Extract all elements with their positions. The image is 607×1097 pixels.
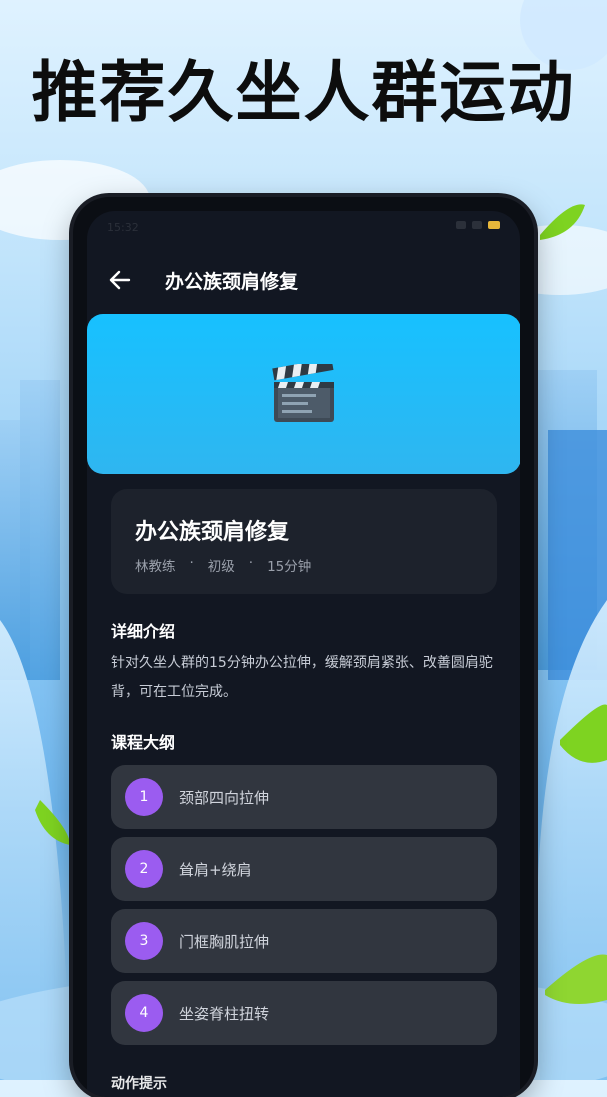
outline-item-label: 门框胸肌拉伸 <box>179 932 270 951</box>
next-section-heading: 动作提示 <box>111 1076 167 1092</box>
outline-item[interactable]: 4 坐姿脊柱扭转 <box>111 981 497 1045</box>
outline-number-badge: 2 <box>125 850 163 888</box>
clapperboard-icon <box>272 364 334 422</box>
battery-icon <box>488 221 500 229</box>
phone-frame: 15:32 办公族颈肩修复 办公族颈肩修复 林教练 · 初级 · 15分钟 详细… <box>73 197 534 1097</box>
outline-number-badge: 1 <box>125 778 163 816</box>
course-duration: 15分钟 <box>267 559 312 575</box>
meta-separator: · <box>248 555 254 571</box>
course-meta: 林教练 · 初级 · 15分钟 <box>135 555 311 575</box>
wifi-icon <box>472 221 482 229</box>
course-info-card: 办公族颈肩修复 林教练 · 初级 · 15分钟 <box>111 489 497 594</box>
coach-name: 林教练 <box>135 559 176 575</box>
promo-headline: 推荐久坐人群运动 <box>31 54 576 131</box>
outline-item-label: 坐姿脊柱扭转 <box>179 1004 270 1023</box>
outline-number-badge: 4 <box>125 994 163 1032</box>
outline-item[interactable]: 2 耸肩+绕肩 <box>111 837 497 901</box>
outline-item-label: 耸肩+绕肩 <box>179 860 252 879</box>
course-level: 初级 <box>207 559 235 575</box>
course-banner <box>87 314 520 474</box>
details-heading: 详细介绍 <box>111 622 176 641</box>
back-button[interactable] <box>105 265 135 295</box>
outline-list: 1 颈部四向拉伸 2 耸肩+绕肩 3 门框胸肌拉伸 4 坐姿脊柱扭转 <box>111 765 497 1053</box>
details-text: 针对久坐人群的15分钟办公拉伸，缓解颈肩紧张、改善圆肩驼背，可在工位完成。 <box>111 655 493 700</box>
outline-number-badge: 3 <box>125 922 163 960</box>
arrow-left-icon <box>109 270 131 290</box>
outline-item[interactable]: 3 门框胸肌拉伸 <box>111 909 497 973</box>
course-title: 办公族颈肩修复 <box>135 520 290 545</box>
status-bar: 15:32 <box>107 221 500 237</box>
page-title: 办公族颈肩修复 <box>165 270 299 293</box>
outline-heading: 课程大纲 <box>111 733 176 752</box>
outline-item-label: 颈部四向拉伸 <box>179 788 270 807</box>
status-icons <box>456 221 500 229</box>
app-bar: 办公族颈肩修复 <box>87 265 520 295</box>
signal-icon <box>456 221 466 229</box>
meta-separator: · <box>189 555 194 571</box>
status-time: 15:32 <box>107 221 139 234</box>
app-screen: 15:32 办公族颈肩修复 办公族颈肩修复 林教练 · 初级 · 15分钟 详细… <box>87 211 520 1097</box>
outline-item[interactable]: 1 颈部四向拉伸 <box>111 765 497 829</box>
